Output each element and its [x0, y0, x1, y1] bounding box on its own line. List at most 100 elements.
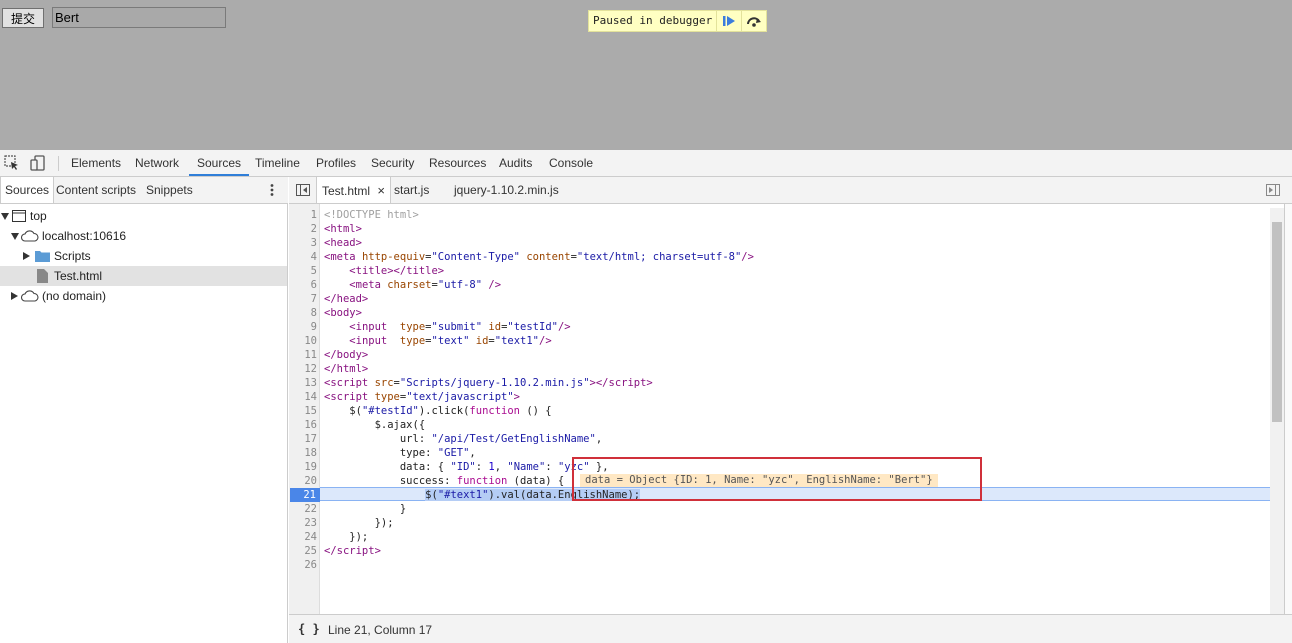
- device-mode-icon[interactable]: [30, 155, 46, 171]
- line-number[interactable]: 4: [289, 250, 317, 264]
- code-line: data: { "ID": 1, "Name": "yzc" },: [324, 461, 609, 473]
- annotation-highlight-box: [572, 457, 982, 501]
- editor-tab-jquery[interactable]: jquery-1.10.2.min.js: [454, 177, 559, 203]
- expand-arrow-icon: [11, 233, 19, 240]
- code-line: });: [324, 531, 369, 543]
- editor-tab-test-html[interactable]: Test.html ×: [316, 177, 391, 203]
- resume-button[interactable]: [716, 11, 741, 31]
- paused-text: Paused in debugger: [593, 14, 713, 27]
- tab-elements[interactable]: Elements: [71, 150, 121, 176]
- tree-item-test-html[interactable]: Test.html: [0, 266, 287, 286]
- code-line: </script>: [324, 545, 381, 557]
- tab-console[interactable]: Console: [549, 150, 593, 176]
- navigator-tabs: Sources Content scripts Snippets: [0, 177, 288, 204]
- nav-tab-content-scripts[interactable]: Content scripts: [56, 177, 136, 203]
- inspect-element-icon[interactable]: [4, 155, 20, 171]
- close-tab-icon[interactable]: ×: [377, 183, 385, 198]
- line-number[interactable]: 23: [289, 516, 317, 530]
- toolbar-separator: [58, 156, 59, 171]
- expand-arrow-icon: [1, 213, 9, 220]
- scrollbar-thumb[interactable]: [1272, 222, 1282, 422]
- tab-sources[interactable]: Sources: [189, 150, 250, 176]
- line-number[interactable]: 11: [289, 348, 317, 362]
- code-editor[interactable]: <!DOCTYPE html> <html> <head> <meta http…: [320, 208, 1270, 588]
- resume-icon: [723, 16, 736, 26]
- cloud-icon: [21, 290, 39, 302]
- line-number[interactable]: 6: [289, 278, 317, 292]
- step-over-icon: [747, 17, 762, 27]
- line-number[interactable]: 12: [289, 362, 317, 376]
- line-number[interactable]: 14: [289, 390, 317, 404]
- line-number[interactable]: 2: [289, 222, 317, 236]
- code-line: <body>: [324, 307, 362, 319]
- editor-tab-start-js[interactable]: start.js: [394, 177, 429, 203]
- code-line: <script src="Scripts/jquery-1.10.2.min.j…: [324, 377, 653, 389]
- code-line: <!DOCTYPE html>: [324, 209, 419, 221]
- code-line: }: [324, 503, 407, 515]
- submit-button[interactable]: 提交: [2, 8, 44, 28]
- more-options-icon[interactable]: [268, 183, 276, 197]
- line-number[interactable]: 18: [289, 446, 317, 460]
- code-line: });: [324, 517, 394, 529]
- tree-label: top: [30, 209, 47, 223]
- nav-tab-sources[interactable]: Sources: [0, 177, 55, 203]
- tree-item-scripts[interactable]: Scripts: [0, 246, 287, 266]
- collapsed-arrow-icon: [23, 252, 30, 260]
- code-line: type: "GET",: [324, 447, 476, 459]
- tree-item-top[interactable]: top: [0, 206, 287, 226]
- code-line: url: "/api/Test/GetEnglishName",: [324, 433, 603, 445]
- line-number[interactable]: 3: [289, 236, 317, 250]
- step-over-button[interactable]: [741, 11, 766, 31]
- code-line: </body>: [324, 349, 369, 361]
- line-number[interactable]: 8: [289, 306, 317, 320]
- tab-profiles[interactable]: Profiles: [316, 150, 356, 176]
- pretty-print-button[interactable]: { }: [298, 622, 320, 636]
- line-number[interactable]: 16: [289, 418, 317, 432]
- page-viewport: 提交 Paused in debugger: [0, 0, 1292, 150]
- line-number[interactable]: 20: [289, 474, 317, 488]
- code-line: <meta charset="utf-8" />: [349, 279, 502, 291]
- cursor-position: Line 21, Column 17: [328, 623, 433, 637]
- tree-item-no-domain[interactable]: (no domain): [0, 286, 287, 306]
- line-numbers: 1 2 3 4 5 6 7 8 9 10 11 12 13 14 15 16 17 18 19 20 22 23 24 25 2…: [289, 208, 320, 588]
- line-number[interactable]: 9: [289, 320, 317, 334]
- english-name-input[interactable]: [52, 7, 226, 28]
- line-number[interactable]: 17: [289, 432, 317, 446]
- code-line: </html>: [324, 363, 369, 375]
- code-line: success: function (data) {: [324, 475, 565, 487]
- line-number[interactable]: 24: [289, 530, 317, 544]
- tab-security[interactable]: Security: [371, 150, 414, 176]
- code-line: </head>: [324, 293, 369, 305]
- code-line: <html>: [324, 223, 362, 235]
- tab-network[interactable]: Network: [135, 150, 179, 176]
- line-number[interactable]: 5: [289, 264, 317, 278]
- collapsed-arrow-icon: [11, 292, 18, 300]
- line-number[interactable]: 26: [289, 558, 317, 572]
- toggle-navigator-icon[interactable]: [296, 184, 310, 196]
- code-line: <input type="submit" id="testId"/>: [349, 321, 571, 333]
- tab-timeline[interactable]: Timeline: [255, 150, 300, 176]
- line-number[interactable]: 10: [289, 334, 317, 348]
- paused-in-debugger-banner: Paused in debugger: [588, 10, 768, 32]
- line-number[interactable]: 22: [289, 502, 317, 516]
- line-number[interactable]: 25: [289, 544, 317, 558]
- line-number[interactable]: 19: [289, 460, 317, 474]
- line-number[interactable]: 15: [289, 404, 317, 418]
- editor-tabs: Test.html × start.js jquery-1.10.2.min.j…: [289, 177, 1292, 204]
- code-line: <head>: [324, 237, 362, 249]
- tab-audits[interactable]: Audits: [499, 150, 532, 176]
- tab-resources[interactable]: Resources: [429, 150, 486, 176]
- line-number[interactable]: 13: [289, 376, 317, 390]
- editor-status-bar: { } Line 21, Column 17: [289, 614, 1292, 643]
- nav-tab-snippets[interactable]: Snippets: [146, 177, 193, 203]
- tree-label: (no domain): [42, 289, 107, 303]
- code-line: <title></title>: [349, 265, 445, 277]
- sources-navigator: Sources Content scripts Snippets top loc…: [0, 177, 288, 643]
- line-number[interactable]: 7: [289, 292, 317, 306]
- tree-item-localhost[interactable]: localhost:10616: [0, 226, 287, 246]
- code-line: <script type="text/javascript">: [324, 391, 520, 403]
- editor-scrollbar[interactable]: [1270, 208, 1284, 614]
- tree-label: Test.html: [54, 269, 103, 283]
- line-number[interactable]: 1: [289, 208, 317, 222]
- toggle-debugger-sidebar-icon[interactable]: [1266, 184, 1280, 196]
